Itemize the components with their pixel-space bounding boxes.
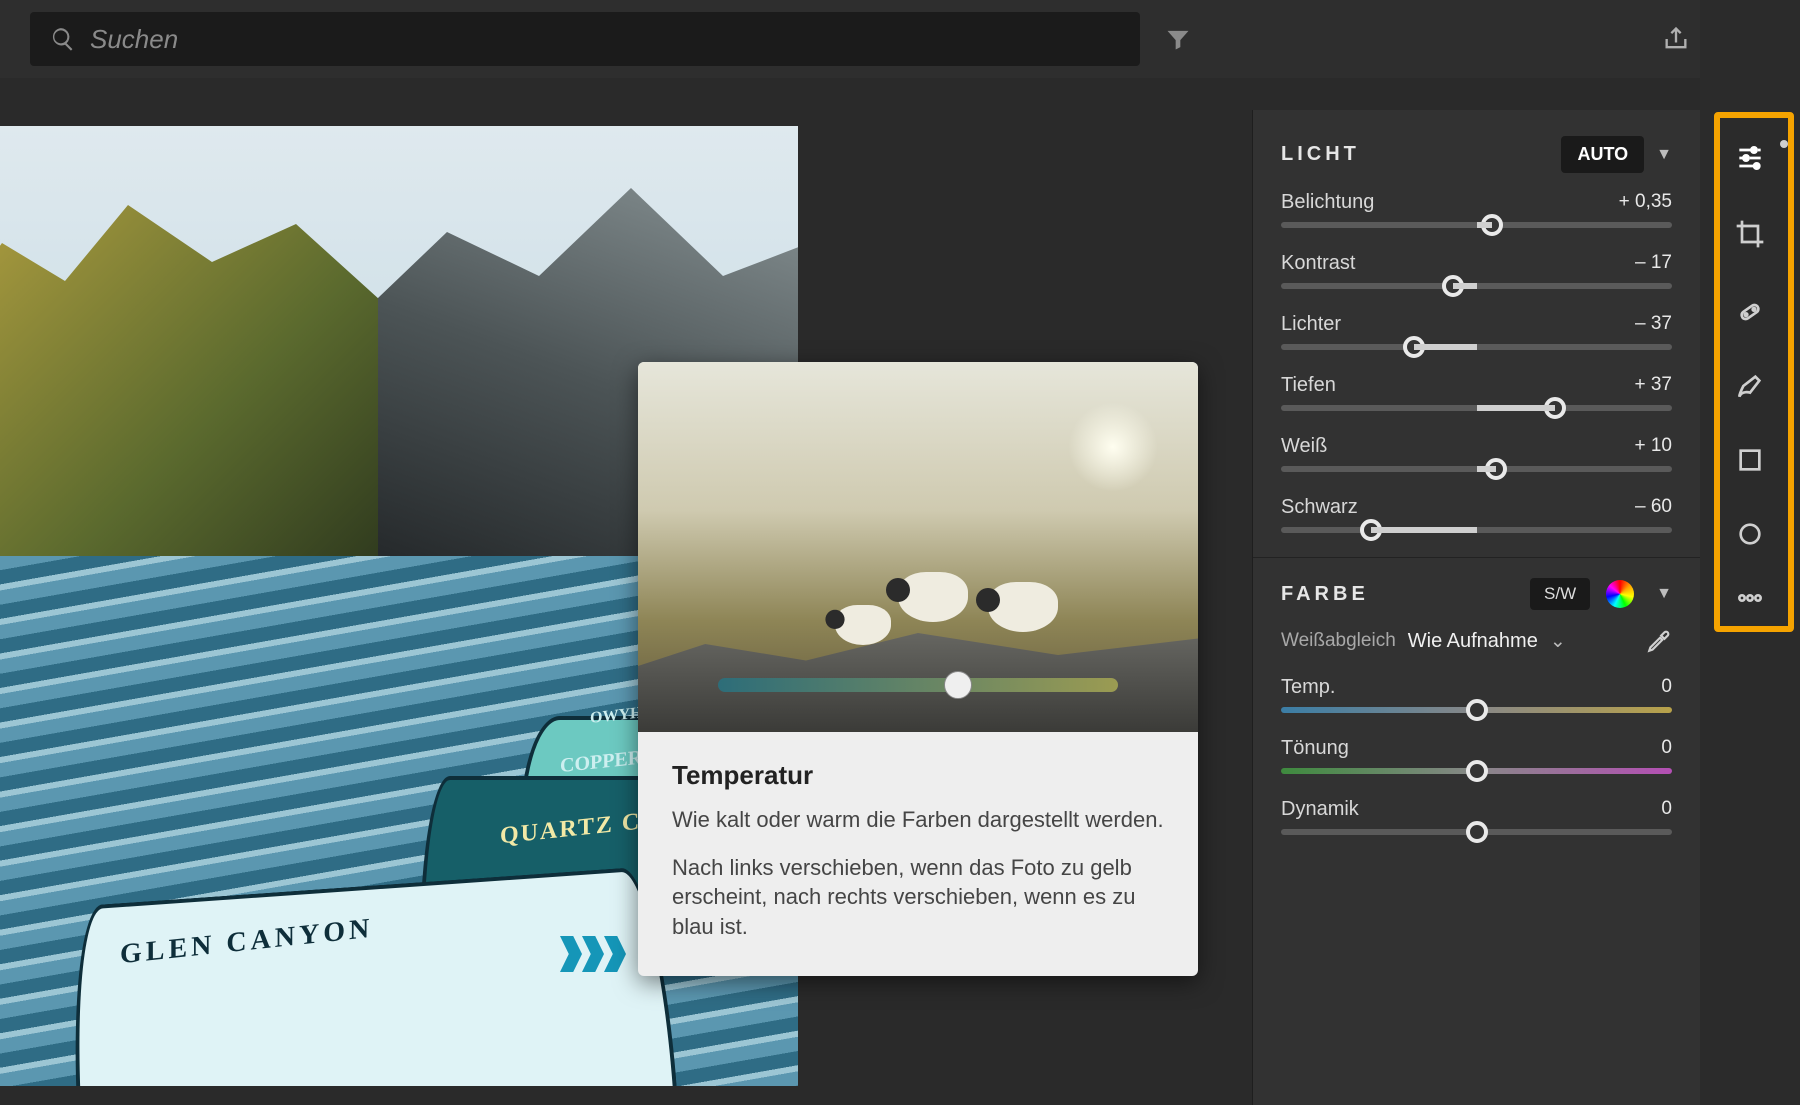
auto-button[interactable]: AUTO xyxy=(1561,136,1644,173)
slider-belichtung[interactable]: Belichtung + 0,35 xyxy=(1281,191,1672,228)
slider-value: + 0,35 xyxy=(1619,191,1672,214)
color-mixer-icon[interactable] xyxy=(1606,580,1634,608)
section-title: FARBE xyxy=(1281,583,1369,606)
help-tooltip: Temperatur Wie kalt oder warm die Farben… xyxy=(638,362,1198,976)
slider-track[interactable] xyxy=(1281,466,1672,472)
slider-label: Lichter xyxy=(1281,313,1341,336)
bw-toggle[interactable]: S/W xyxy=(1530,578,1590,610)
slider-track[interactable] xyxy=(1281,527,1672,533)
slider-value: – 60 xyxy=(1635,496,1672,519)
tooltip-sample-image xyxy=(638,362,1198,732)
indicator-dot-icon xyxy=(1780,140,1788,148)
edit-sliders-tool[interactable] xyxy=(1700,132,1800,184)
slider-weiß[interactable]: Weiß + 10 xyxy=(1281,435,1672,472)
eyedropper-icon[interactable] xyxy=(1646,628,1672,654)
slider-track[interactable] xyxy=(1281,405,1672,411)
tooltip-title: Temperatur xyxy=(672,760,1164,791)
chevron-down-icon[interactable]: ▼ xyxy=(1656,585,1672,603)
crop-tool[interactable] xyxy=(1700,208,1800,260)
slider-value: 0 xyxy=(1661,737,1672,760)
mountain-left xyxy=(0,186,380,566)
tool-strip xyxy=(1700,0,1800,1105)
divider xyxy=(1253,557,1700,558)
slider-label: Tiefen xyxy=(1281,374,1336,397)
slider-thumb[interactable] xyxy=(1466,821,1488,843)
tooltip-text: Nach links verschieben, wenn das Foto zu… xyxy=(672,853,1164,942)
slider-label: Dynamik xyxy=(1281,798,1359,821)
white-balance-label: Weißabgleich xyxy=(1281,630,1396,652)
search-box[interactable] xyxy=(30,12,1140,66)
slider-track[interactable] xyxy=(1281,829,1672,835)
filter-icon[interactable] xyxy=(1164,25,1192,53)
slider-thumb[interactable] xyxy=(1466,699,1488,721)
rock xyxy=(638,622,1198,732)
chevron-icon xyxy=(560,936,626,972)
slider-value: + 10 xyxy=(1634,435,1672,458)
slider-label: Tönung xyxy=(1281,737,1349,760)
slider-track[interactable] xyxy=(1281,768,1672,774)
slider-schwarz[interactable]: Schwarz – 60 xyxy=(1281,496,1672,533)
section-title: LICHT xyxy=(1281,143,1360,166)
chevron-down-icon[interactable]: ⌄ xyxy=(1550,630,1566,653)
sheep xyxy=(835,605,891,645)
slider-track[interactable] xyxy=(1281,283,1672,289)
tooltip-text: Wie kalt oder warm die Farben dargestell… xyxy=(672,805,1164,835)
sheep xyxy=(898,572,968,622)
edit-panel: LICHT AUTO ▼ Belichtung + 0,35 Kontrast – 1… xyxy=(1252,110,1700,1105)
slider-label: Belichtung xyxy=(1281,191,1374,214)
share-icon[interactable] xyxy=(1662,25,1690,53)
slider-thumb[interactable] xyxy=(1466,760,1488,782)
slider-value: 0 xyxy=(1661,676,1672,699)
slider-temp-[interactable]: Temp. 0 xyxy=(1281,676,1672,713)
slider-value: – 37 xyxy=(1635,313,1672,336)
search-icon xyxy=(50,26,76,52)
slider-value: 0 xyxy=(1661,798,1672,821)
sheep xyxy=(988,582,1058,632)
slider-value: – 17 xyxy=(1635,252,1672,275)
temperature-preview-slider xyxy=(718,678,1118,692)
radial-gradient-tool[interactable] xyxy=(1700,508,1800,560)
slider-track[interactable] xyxy=(1281,344,1672,350)
slider-label: Temp. xyxy=(1281,676,1335,699)
slider-label: Weiß xyxy=(1281,435,1327,458)
slider-kontrast[interactable]: Kontrast – 17 xyxy=(1281,252,1672,289)
search-input[interactable] xyxy=(90,24,1120,55)
slider-label: Schwarz xyxy=(1281,496,1358,519)
section-color-header[interactable]: FARBE S/W ▼ xyxy=(1281,578,1672,610)
brush-tool[interactable] xyxy=(1700,360,1800,412)
slider-track[interactable] xyxy=(1281,222,1672,228)
healing-tool[interactable] xyxy=(1700,286,1800,338)
slider-label: Kontrast xyxy=(1281,252,1355,275)
white-balance-select[interactable]: Wie Aufnahme xyxy=(1408,630,1538,653)
slider-dynamik[interactable]: Dynamik 0 xyxy=(1281,798,1672,835)
slider-tiefen[interactable]: Tiefen + 37 xyxy=(1281,374,1672,411)
slider-track[interactable] xyxy=(1281,707,1672,713)
linear-gradient-tool[interactable] xyxy=(1700,434,1800,486)
slider-lichter[interactable]: Lichter – 37 xyxy=(1281,313,1672,350)
slider-tönung[interactable]: Tönung 0 xyxy=(1281,737,1672,774)
slider-value: + 37 xyxy=(1634,374,1672,397)
chevron-down-icon[interactable]: ▼ xyxy=(1656,146,1672,164)
top-bar xyxy=(0,0,1800,78)
section-light-header[interactable]: LICHT AUTO ▼ xyxy=(1281,136,1672,173)
more-tools-icon[interactable] xyxy=(1700,572,1800,624)
